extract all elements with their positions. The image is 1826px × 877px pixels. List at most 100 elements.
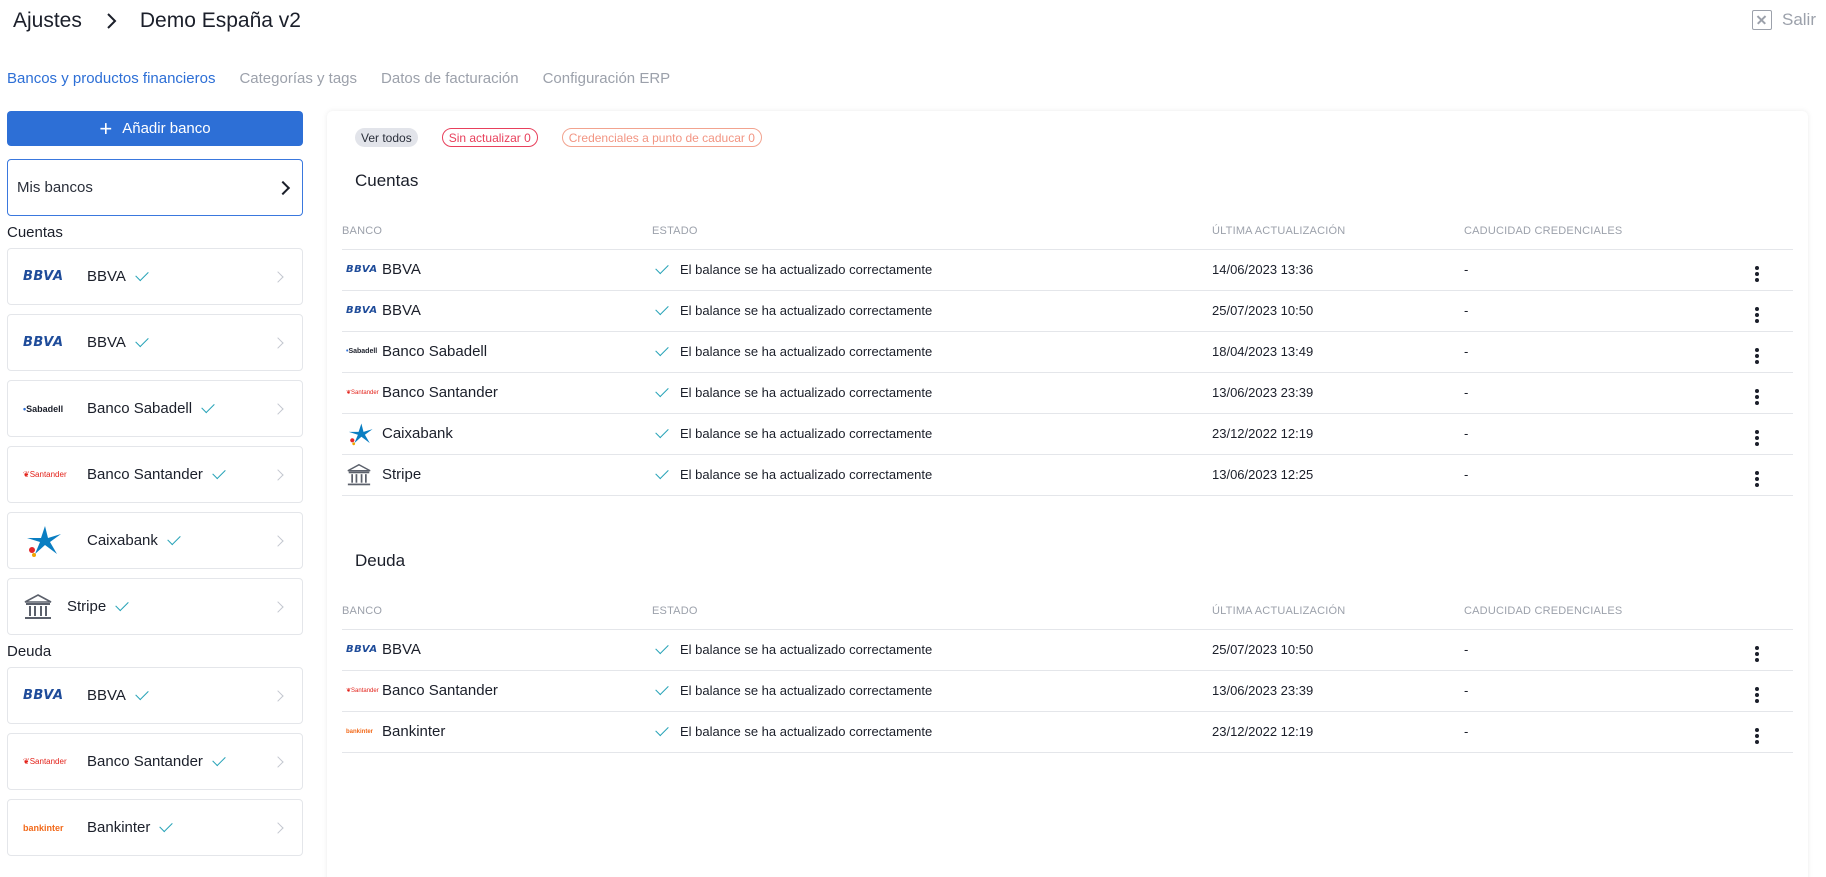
column-header-credentials: CADUCIDAD CREDENCIALES — [1464, 213, 1714, 250]
table-row[interactable]: ❦Santander Banco Santander El balance se … — [342, 670, 1793, 712]
check-icon — [135, 333, 149, 348]
bbva-logo: BBVA — [346, 644, 378, 655]
table-row[interactable]: bankinter Bankinter El balance se ha actu… — [342, 711, 1793, 753]
sidebar-bank-santander-debt[interactable]: ❦Santander Banco Santander — [7, 733, 303, 790]
sidebar-bank-bbva[interactable]: BBVA BBVA — [7, 314, 303, 371]
bank-name: Banco Santander — [87, 466, 203, 483]
sidebar-bank-bbva[interactable]: BBVA BBVA — [7, 248, 303, 305]
table-header-row: BANCO ESTADO ÚLTIMA ACTUALIZACIÓN CADUCI… — [342, 593, 1793, 630]
table-row[interactable]: BBVA BBVA El balance se ha actualizado co… — [342, 249, 1793, 291]
sidebar-bank-caixabank[interactable]: Caixabank — [7, 512, 303, 569]
tab-erp[interactable]: Configuración ERP — [543, 70, 671, 87]
more-options-icon[interactable] — [1754, 470, 1760, 487]
table-row[interactable]: BBVA BBVA El balance se ha actualizado co… — [342, 629, 1793, 671]
my-banks-label: Mis bancos — [17, 179, 93, 196]
sidebar-bank-bankinter-debt[interactable]: bankinter Bankinter — [7, 799, 303, 856]
last-update: 18/04/2023 13:49 — [1212, 331, 1464, 373]
breadcrumb-root[interactable]: Ajustes — [13, 9, 82, 33]
bank-name: Bankinter — [382, 723, 446, 740]
bbva-logo: BBVA — [23, 335, 64, 350]
sabadell-logo: •Sabadell — [23, 403, 64, 414]
table-row[interactable]: Stripe El balance se ha actualizado corr… — [342, 454, 1793, 496]
status-text: El balance se ha actualizado correctamen… — [680, 683, 933, 698]
check-icon — [212, 752, 226, 767]
debt-table: BANCO ESTADO ÚLTIMA ACTUALIZACIÓN CADUCI… — [342, 593, 1793, 753]
credentials-expiry: - — [1464, 711, 1714, 753]
more-options-icon[interactable] — [1754, 727, 1760, 744]
more-options-icon[interactable] — [1754, 388, 1760, 405]
bank-building-icon — [342, 463, 382, 487]
check-icon — [655, 383, 669, 398]
check-icon — [212, 465, 226, 480]
table-row[interactable]: Caixabank El balance se ha actualizado c… — [342, 413, 1793, 455]
bbva-logo: BBVA — [23, 269, 64, 284]
column-header-status: ESTADO — [652, 593, 1212, 630]
bank-name: BBVA — [382, 261, 421, 278]
add-bank-label: Añadir banco — [122, 120, 211, 137]
bbva-logo: BBVA — [23, 688, 64, 703]
bank-building-icon — [23, 593, 53, 621]
chevron-right-icon — [272, 337, 284, 349]
breadcrumb-current: Demo España v2 — [139, 9, 301, 32]
status-text: El balance se ha actualizado correctamen… — [680, 385, 933, 400]
credentials-expiry: - — [1464, 629, 1714, 671]
credentials-expiry: - — [1464, 413, 1714, 455]
bank-name: Stripe — [67, 598, 107, 615]
tab-categories[interactable]: Categorías y tags — [239, 70, 357, 87]
settings-tabs: Bancos y productos financieros Categoría… — [7, 70, 694, 87]
credentials-expiry: - — [1464, 290, 1714, 332]
table-row[interactable]: •Sabadell Banco Sabadell El balance se ha… — [342, 331, 1793, 373]
check-icon — [135, 267, 149, 282]
chevron-right-icon — [275, 180, 291, 195]
check-icon — [159, 818, 174, 833]
last-update: 13/06/2023 23:39 — [1212, 372, 1464, 414]
check-icon — [115, 597, 129, 612]
banks-panel: Ver todos Sin actualizar 0 Credenciales … — [327, 111, 1808, 877]
last-update: 23/12/2022 12:19 — [1212, 413, 1464, 455]
more-options-icon[interactable] — [1754, 645, 1760, 662]
bankinter-logo: bankinter — [23, 822, 64, 833]
bank-name: BBVA — [87, 334, 126, 351]
filter-not-updated[interactable]: Sin actualizar 0 — [441, 128, 538, 147]
exit-label: Salir — [1781, 10, 1816, 29]
table-row[interactable]: ❦Santander Banco Santander El balance se … — [342, 372, 1793, 414]
close-icon — [1751, 10, 1772, 30]
filter-expiring[interactable]: Credenciales a punto de caducar 0 — [561, 128, 762, 147]
credentials-expiry: - — [1464, 454, 1714, 496]
santander-logo: ❦Santander — [23, 757, 67, 766]
more-options-icon[interactable] — [1754, 347, 1760, 364]
sidebar-bank-bbva-debt[interactable]: BBVA BBVA — [7, 667, 303, 724]
tab-billing[interactable]: Datos de facturación — [381, 70, 519, 87]
exit-button[interactable]: Salir — [1751, 10, 1816, 30]
santander-logo: ❦Santander — [346, 688, 379, 694]
add-bank-button[interactable]: + Añadir banco — [7, 111, 303, 146]
bank-name: Stripe — [382, 466, 422, 483]
table-row[interactable]: BBVA BBVA El balance se ha actualizado co… — [342, 290, 1793, 332]
chevron-right-icon — [272, 822, 284, 834]
chevron-right-icon — [272, 271, 284, 283]
more-options-icon[interactable] — [1754, 265, 1760, 282]
credentials-expiry: - — [1464, 249, 1714, 291]
status-text: El balance se ha actualizado correctamen… — [680, 467, 933, 482]
sidebar-bank-santander[interactable]: ❦Santander Banco Santander — [7, 446, 303, 503]
tab-banks[interactable]: Bancos y productos financieros — [7, 70, 215, 87]
bank-name: BBVA — [382, 302, 421, 319]
sidebar-bank-sabadell[interactable]: •Sabadell Banco Sabadell — [7, 380, 303, 437]
bank-name: Banco Sabadell — [382, 343, 488, 360]
column-header-last-update: ÚLTIMA ACTUALIZACIÓN — [1212, 593, 1464, 630]
check-icon — [201, 399, 215, 414]
more-options-icon[interactable] — [1754, 686, 1760, 703]
filter-all[interactable]: Ver todos — [355, 128, 418, 147]
my-banks-button[interactable]: Mis bancos — [7, 159, 303, 216]
top-header: Ajustes Demo España v2 Salir — [0, 0, 1826, 50]
bbva-logo: BBVA — [346, 305, 378, 316]
more-options-icon[interactable] — [1754, 429, 1760, 446]
bank-name: Bankinter — [87, 819, 151, 836]
bankinter-logo: bankinter — [346, 728, 374, 735]
credentials-expiry: - — [1464, 372, 1714, 414]
last-update: 23/12/2022 12:19 — [1212, 711, 1464, 753]
more-options-icon[interactable] — [1754, 306, 1760, 323]
bank-name: Banco Santander — [382, 682, 498, 699]
sidebar-bank-stripe[interactable]: Stripe — [7, 578, 303, 635]
chevron-right-icon — [272, 535, 284, 547]
